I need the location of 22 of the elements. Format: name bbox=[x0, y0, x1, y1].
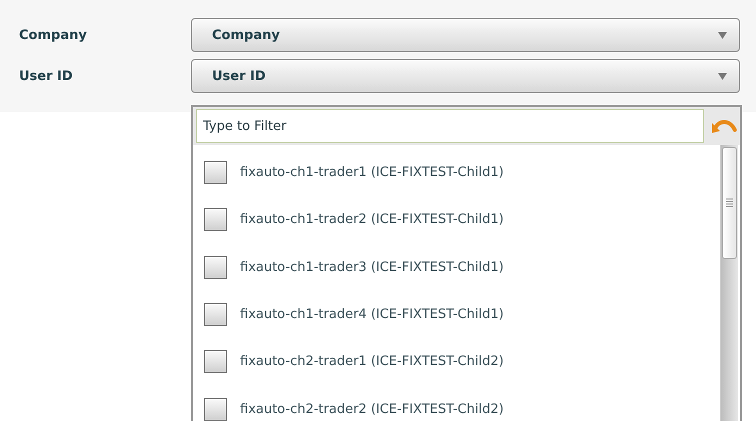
checkbox[interactable] bbox=[204, 208, 227, 232]
scroll-thumb[interactable] bbox=[722, 147, 737, 259]
select-dropdown[interactable]: User ID bbox=[191, 59, 740, 93]
checkbox[interactable] bbox=[204, 256, 227, 279]
option-label[interactable]: fixauto-ch1-trader3 (ICE-FIXTEST-Child1) bbox=[240, 260, 504, 275]
checkbox[interactable] bbox=[204, 350, 227, 374]
filter-field[interactable]: Type to Filter bbox=[196, 109, 704, 143]
option-label[interactable]: fixauto-ch1-trader1 (ICE-FIXTEST-Child1) bbox=[240, 165, 504, 180]
checkbox[interactable] bbox=[204, 303, 227, 326]
option-label[interactable]: fixauto-ch1-trader4 (ICE-FIXTEST-Child1) bbox=[240, 307, 504, 322]
checkbox[interactable] bbox=[204, 161, 227, 184]
field-label: Company bbox=[18, 28, 88, 42]
scrollbar[interactable] bbox=[720, 145, 738, 421]
checkbox[interactable] bbox=[204, 398, 227, 421]
field-label: User ID bbox=[18, 68, 74, 84]
option-label[interactable]: fixauto-ch2-trader1 (ICE-FIXTEST-Child2) bbox=[240, 354, 504, 370]
option-label[interactable]: fixauto-ch2-trader2 (ICE-FIXTEST-Child2) bbox=[240, 402, 504, 417]
caret-icon bbox=[718, 32, 727, 38]
select-dropdown[interactable]: Company bbox=[191, 18, 740, 52]
caret-icon bbox=[718, 72, 727, 80]
option-label[interactable]: fixauto-ch1-trader2 (ICE-FIXTEST-Child1) bbox=[240, 212, 504, 228]
grip-icon bbox=[726, 198, 733, 208]
